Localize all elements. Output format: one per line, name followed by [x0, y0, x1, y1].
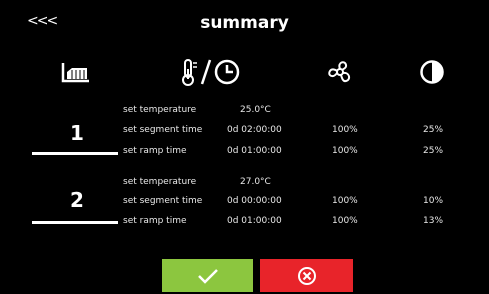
segment-number: 1 — [70, 121, 84, 145]
segment-row-label: set ramp time — [123, 146, 187, 156]
flap-value: 25% — [423, 125, 444, 135]
flap-value: 25% — [423, 146, 444, 156]
checkmark-icon — [197, 268, 218, 284]
temperature-value: 25.0°C — [240, 105, 271, 115]
fan-value: 100% — [332, 125, 358, 135]
ramp-time-value: 0d 01:00:00 — [227, 146, 282, 156]
fan-value: 100% — [332, 146, 358, 156]
fan-value: 100% — [332, 196, 358, 206]
temperature-value: 27.0°C — [240, 177, 271, 187]
cancel-button[interactable] — [260, 259, 353, 292]
segment-time-value: 0d 02:00:00 — [227, 125, 282, 135]
segment-row-label: set segment time — [123, 125, 203, 135]
flap-icon — [419, 59, 445, 89]
segment-divider — [32, 221, 118, 224]
segment-row-label: set temperature — [123, 177, 197, 187]
segment-row-label: set segment time — [123, 196, 203, 206]
page-title: summary — [200, 13, 289, 33]
segment-time-value: 0d 00:00:00 — [227, 196, 282, 206]
segment-chart-icon — [61, 61, 91, 87]
flap-value: 10% — [423, 196, 444, 206]
segment-row-label: set ramp time — [123, 216, 187, 226]
ramp-time-value: 0d 01:00:00 — [227, 216, 282, 226]
fan-icon — [327, 59, 353, 89]
confirm-button[interactable] — [162, 259, 253, 292]
fan-value: 100% — [332, 216, 358, 226]
segment-row-label: set temperature — [123, 105, 197, 115]
close-circle-icon — [297, 266, 316, 285]
segment-number: 2 — [70, 188, 84, 212]
segment-divider — [32, 152, 118, 155]
temperature-time-icon — [180, 57, 242, 91]
flap-value: 13% — [423, 216, 444, 226]
